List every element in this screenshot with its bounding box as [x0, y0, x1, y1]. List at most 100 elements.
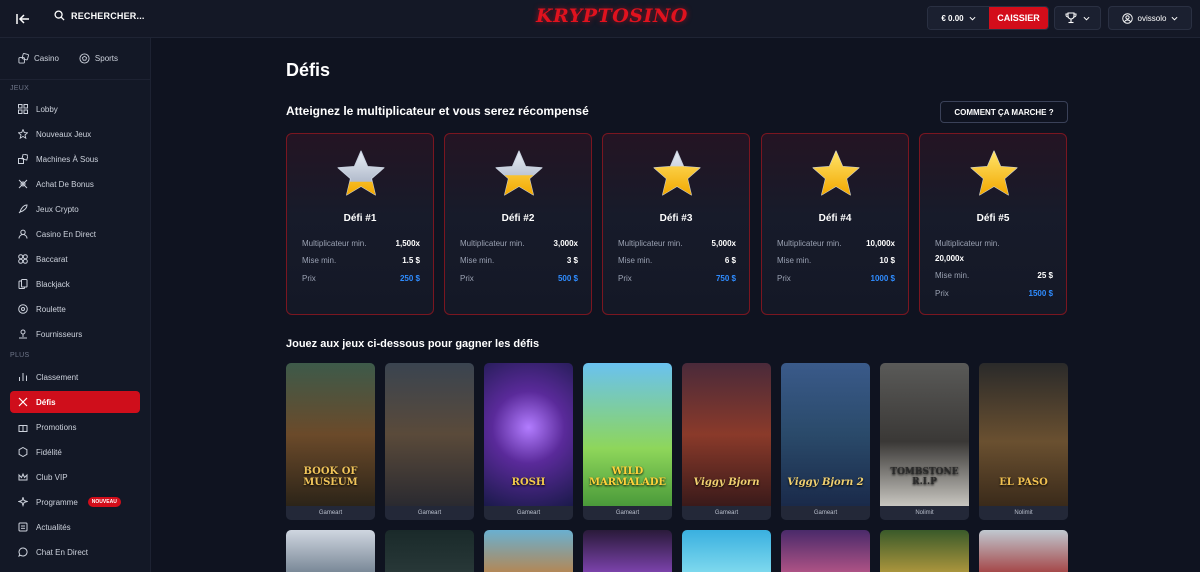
- star-icon: [495, 150, 543, 196]
- game-tile[interactable]: [979, 530, 1068, 572]
- sidebar-item-label: Lobby: [36, 104, 58, 114]
- game-provider: Gameart: [286, 506, 375, 520]
- casino-icon: [18, 53, 29, 64]
- sidebar-item-label: Achat De Bonus: [36, 179, 94, 189]
- sidebar-item-loyalty[interactable]: Fidélité: [10, 441, 140, 463]
- challenge-row-min-bet: Mise min. 10 $: [777, 256, 895, 265]
- search-button[interactable]: RECHERCHER...: [54, 10, 145, 21]
- section-label-more: PLUS: [10, 352, 30, 359]
- star-icon: [18, 129, 28, 139]
- game-art: WILD MARMALADE: [583, 363, 672, 506]
- trophy-dropdown[interactable]: [1054, 6, 1101, 30]
- game-tile[interactable]: BOOK OF MUSEUM Gameart: [286, 363, 375, 520]
- game-tile[interactable]: Viggy Bjorn Gameart: [682, 363, 771, 520]
- collapse-sidebar-icon[interactable]: [14, 10, 32, 28]
- sidebar-item-label: Machines À Sous: [36, 154, 99, 164]
- balance-dropdown[interactable]: € 0.00: [928, 7, 989, 29]
- roulette-icon: [18, 304, 28, 314]
- game-art: Viggy Bjorn: [682, 363, 771, 506]
- sidebar-item-crypto-games[interactable]: Jeux Crypto: [10, 198, 140, 220]
- prize-value: 1500 $: [1028, 289, 1053, 298]
- tab-sports[interactable]: Sports: [79, 53, 118, 64]
- game-tile[interactable]: TOMBSTONE R.I.P Nolimit: [880, 363, 969, 520]
- star-icon: [337, 150, 385, 196]
- game-tile[interactable]: WILD MARMALADE Gameart: [583, 363, 672, 520]
- game-tile[interactable]: EL PASO Nolimit: [979, 363, 1068, 520]
- leaderboard-icon: [18, 372, 28, 382]
- trophy-icon: [1065, 12, 1077, 24]
- sidebar-item-live-casino[interactable]: Casino En Direct: [10, 223, 140, 245]
- referral-icon: [18, 497, 28, 507]
- challenge-row-prize: Prix 500 $: [460, 274, 578, 283]
- rocket-icon: [18, 204, 28, 214]
- live-casino-icon: [18, 229, 28, 239]
- sidebar-item-leaderboard[interactable]: Classement: [10, 366, 140, 388]
- tab-sports-label: Sports: [94, 54, 119, 63]
- game-tile[interactable]: [583, 530, 672, 572]
- new-badge: NOUVEAU: [87, 497, 121, 507]
- sidebar-item-providers[interactable]: Fournisseurs: [10, 323, 140, 345]
- news-icon: [18, 522, 28, 532]
- cashier-button[interactable]: CAISSIER: [989, 7, 1048, 29]
- game-tile[interactable]: [286, 530, 375, 572]
- game-name: WILD MARMALADE: [588, 466, 667, 488]
- sidebar-item-baccarat[interactable]: Baccarat: [10, 248, 140, 270]
- challenge-row-multiplier: Multiplicateur min.: [935, 239, 1053, 248]
- gift-icon: [18, 422, 28, 432]
- sidebar: Casino Sports JEUX Lobby Nouveaux Jeux M…: [0, 38, 151, 572]
- sidebar-item-news[interactable]: Actualités: [10, 516, 140, 538]
- providers-icon: [18, 329, 28, 339]
- sidebar-item-lobby[interactable]: Lobby: [10, 98, 140, 120]
- sidebar-item-blackjack[interactable]: Blackjack: [10, 273, 140, 295]
- sidebar-item-slots[interactable]: Machines À Sous: [10, 148, 140, 170]
- row-label: Multiplicateur min.: [935, 239, 1000, 248]
- how-it-works-button[interactable]: COMMENT ÇA MARCHE ?: [940, 101, 1068, 123]
- sidebar-item-challenges[interactable]: Défis: [10, 391, 140, 413]
- game-tile[interactable]: ROSH Gameart: [484, 363, 573, 520]
- sidebar-item-program[interactable]: Programme NOUVEAU: [10, 491, 140, 513]
- game-name: EL PASO: [999, 477, 1048, 488]
- game-provider: Gameart: [781, 506, 870, 520]
- game-name: BOOK OF MUSEUM: [303, 466, 358, 488]
- game-provider: Gameart: [385, 506, 474, 520]
- prize-value: 1000 $: [870, 274, 895, 283]
- game-tile[interactable]: [880, 530, 969, 572]
- game-tile[interactable]: [385, 530, 474, 572]
- row-label: Mise min.: [618, 256, 653, 265]
- slots-icon: [18, 154, 28, 164]
- game-art: TOMBSTONE R.I.P: [880, 363, 969, 506]
- sidebar-item-new-games[interactable]: Nouveaux Jeux: [10, 123, 140, 145]
- chevron-down-icon: [969, 16, 976, 21]
- challenge-title: Défi #4: [818, 213, 852, 224]
- sidebar-item-bonus-buy[interactable]: Achat De Bonus: [10, 173, 140, 195]
- game-tile[interactable]: Viggy Bjorn 2 Gameart: [781, 363, 870, 520]
- game-art: [385, 363, 474, 506]
- min-bet-value: 6 $: [724, 256, 736, 265]
- sidebar-item-live-chat[interactable]: Chat En Direct: [10, 541, 140, 563]
- challenge-card: Défi #3 Multiplicateur min. 5,000x Mise m…: [602, 133, 750, 315]
- challenge-row-prize: Prix 1000 $: [777, 274, 895, 283]
- min-bet-value: 3 $: [566, 256, 578, 265]
- challenge-card: Défi #1 Multiplicateur min. 1,500x Mise m…: [286, 133, 434, 315]
- game-provider: Gameart: [682, 506, 771, 520]
- game-tile[interactable]: Gameart: [385, 363, 474, 520]
- game-tile[interactable]: [781, 530, 870, 572]
- sidebar-item-label: Casino En Direct: [36, 229, 97, 239]
- site-logo[interactable]: KRYPTOSINO: [536, 5, 688, 27]
- challenge-row-multiplier: Multiplicateur min. 10,000x: [777, 239, 895, 248]
- user-menu[interactable]: ovissolo: [1108, 6, 1192, 30]
- sidebar-item-promotions[interactable]: Promotions: [10, 416, 140, 438]
- sidebar-item-roulette[interactable]: Roulette: [10, 298, 140, 320]
- challenge-row-multiplier: Multiplicateur min. 3,000x: [460, 239, 578, 248]
- game-provider: Nolimit: [880, 506, 969, 520]
- sidebar-item-label: Nouveaux Jeux: [36, 129, 92, 139]
- tab-casino[interactable]: Casino: [18, 53, 59, 64]
- row-label: Multiplicateur min.: [777, 239, 842, 248]
- game-tile[interactable]: [682, 530, 771, 572]
- section-label-games: JEUX: [10, 85, 30, 92]
- sidebar-tabs: Casino Sports: [0, 38, 151, 80]
- sidebar-item-vip-club[interactable]: Club VIP: [10, 466, 140, 488]
- sidebar-item-label: Promotions: [36, 422, 77, 432]
- search-icon: [54, 10, 65, 21]
- game-tile[interactable]: [484, 530, 573, 572]
